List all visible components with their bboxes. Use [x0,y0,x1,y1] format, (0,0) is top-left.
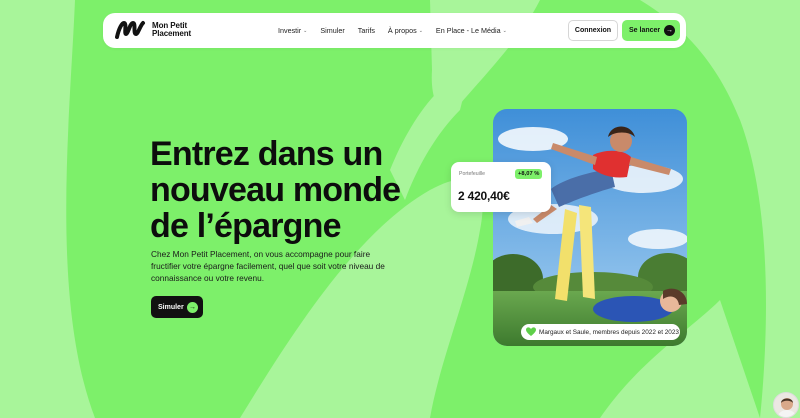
logo-mark-icon [115,21,145,39]
nav-links: Investir ⌄ Simuler Tarifs À propos ⌄ En … [278,13,520,48]
nav-item-label: Simuler [320,26,345,35]
portfolio-label: Portefeuille [459,171,485,177]
hero-title-line1: Entrez dans un [150,135,383,173]
nav-item-label: En Place - Le Média [435,26,501,35]
portfolio-card: Portefeuille +8,07 % 2 420,40€ [451,162,551,212]
nav-item-media[interactable]: En Place - Le Média ⌄ [436,26,507,35]
photo-caption-text: Margaux et Saule, membres depuis 2022 et… [539,328,679,336]
nav-item-simuler[interactable]: Simuler [320,26,344,35]
chevron-down-icon: ⌄ [502,27,507,34]
chevron-down-icon: ⌄ [418,27,423,34]
simulate-label: Simuler [158,303,184,311]
arrow-right-icon: → [187,301,198,313]
hero-title-line3: de l’épargne [150,207,341,245]
nav-item-investir[interactable]: Investir ⌄ [278,26,307,35]
brand-name-line2: Placement [152,29,192,38]
nav-item-a-propos[interactable]: À propos ⌄ [388,26,423,35]
chevron-down-icon: ⌄ [303,27,308,34]
get-started-label: Se lancer [629,27,661,34]
top-navbar: Mon Petit Placement Investir ⌄ Simuler T… [103,13,686,48]
portfolio-amount: 2 420,40€ [458,189,510,203]
portfolio-change-badge: +8,07 % [515,169,543,179]
brand-name: Mon Petit Placement [152,21,192,39]
get-started-button[interactable]: Se lancer → [622,20,680,41]
family-photo-illustration [493,109,687,346]
green-heart-icon [526,327,536,336]
simulate-button[interactable]: Simuler → [151,296,203,318]
hero-title: Entrez dans un nouveau monde de l’épargn… [150,135,401,245]
nav-item-tarifs[interactable]: Tarifs [358,26,375,35]
hero-subtitle: Chez Mon Petit Placement, on vous accomp… [151,249,385,284]
nav-item-label: Investir [278,26,302,35]
login-button[interactable]: Connexion [568,20,618,41]
support-avatar-icon[interactable] [773,392,799,418]
nav-item-label: À propos [387,26,417,35]
hero-photo [493,109,687,346]
brand-logo[interactable]: Mon Petit Placement [115,20,191,40]
nav-item-label: Tarifs [357,26,375,35]
arrow-right-icon: → [664,25,675,36]
hero-title-line2: nouveau monde [150,171,401,209]
photo-caption: Margaux et Saule, membres depuis 2022 et… [521,324,680,340]
